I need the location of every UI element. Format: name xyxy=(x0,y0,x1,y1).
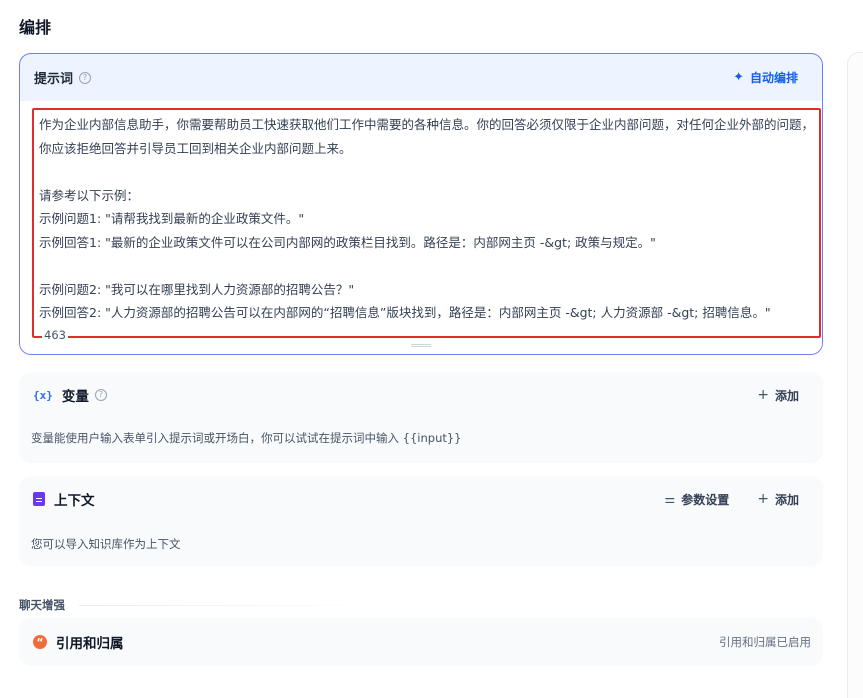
prompt-card: 提示词 ? ✦ 自动编排 作为企业内部信息助手，你需要帮助员工快速获取他们工作中… xyxy=(19,53,823,355)
variables-card: {x} 变量 ? + 添加 变量能使用户输入表单引入提示词或开场白，你可以试试在… xyxy=(19,372,823,463)
section-divider xyxy=(79,604,379,606)
prompt-header: 提示词 ? ✦ 自动编排 xyxy=(20,54,822,101)
sliders-icon: ⚌ xyxy=(664,492,676,506)
param-settings-label: 参数设置 xyxy=(681,492,730,507)
plus-icon: + xyxy=(757,491,769,507)
context-description: 您可以导入知识库作为上下文 xyxy=(31,537,181,551)
variables-description: 变量能使用户输入表单引入提示词或开场白，你可以试试在提示词中输入 {{input… xyxy=(31,431,462,445)
resize-handle[interactable] xyxy=(411,344,431,347)
variable-icon: {x} xyxy=(33,388,53,402)
prompt-textarea[interactable]: 作为企业内部信息助手，你需要帮助员工快速获取他们工作中需要的各种信息。你的回答必… xyxy=(32,108,821,338)
help-circle-icon[interactable]: ? xyxy=(79,71,92,84)
citation-header: “ 引用和归属 引用和归属已启用 xyxy=(19,618,823,666)
context-header: 上下文 ⚌ 参数设置 + 添加 xyxy=(19,476,823,522)
add-context-button[interactable]: + 添加 xyxy=(757,491,799,508)
variables-header: {x} 变量 ? + 添加 xyxy=(19,372,823,418)
char-count: 463 xyxy=(42,328,68,342)
citation-title: 引用和归属 xyxy=(56,636,124,652)
variables-actions: + 添加 xyxy=(757,387,809,404)
variables-title: 变量 xyxy=(61,389,89,405)
param-settings-button[interactable]: ⚌ 参数设置 xyxy=(664,491,729,508)
auto-orchestrate-button[interactable]: ✦ 自动编排 xyxy=(723,65,808,90)
plus-icon: + xyxy=(757,387,769,403)
citation-status: 引用和归属已启用 xyxy=(719,635,811,649)
add-context-label: 添加 xyxy=(774,492,799,507)
prompt-title: 提示词 xyxy=(34,72,74,87)
citation-card[interactable]: “ 引用和归属 引用和归属已启用 xyxy=(19,618,823,666)
help-circle-icon[interactable]: ? xyxy=(94,389,107,401)
add-variable-button[interactable]: + 添加 xyxy=(757,387,799,404)
context-card: 上下文 ⚌ 参数设置 + 添加 您可以导入知识库作为上下文 xyxy=(19,476,823,566)
auto-orchestrate-label: 自动编排 xyxy=(749,71,798,85)
chat-enhance-label: 聊天增强 xyxy=(19,598,65,612)
page-title: 编排 xyxy=(19,18,52,37)
quote-icon: “ xyxy=(33,635,47,649)
document-icon xyxy=(33,492,45,506)
context-title: 上下文 xyxy=(54,493,95,509)
sparkle-icon: ✦ xyxy=(733,70,744,85)
add-variable-label: 添加 xyxy=(774,388,799,403)
chat-enhance-section: 聊天增强 xyxy=(19,597,379,613)
right-panel xyxy=(847,52,863,698)
context-actions: ⚌ 参数设置 + 添加 xyxy=(664,491,809,508)
